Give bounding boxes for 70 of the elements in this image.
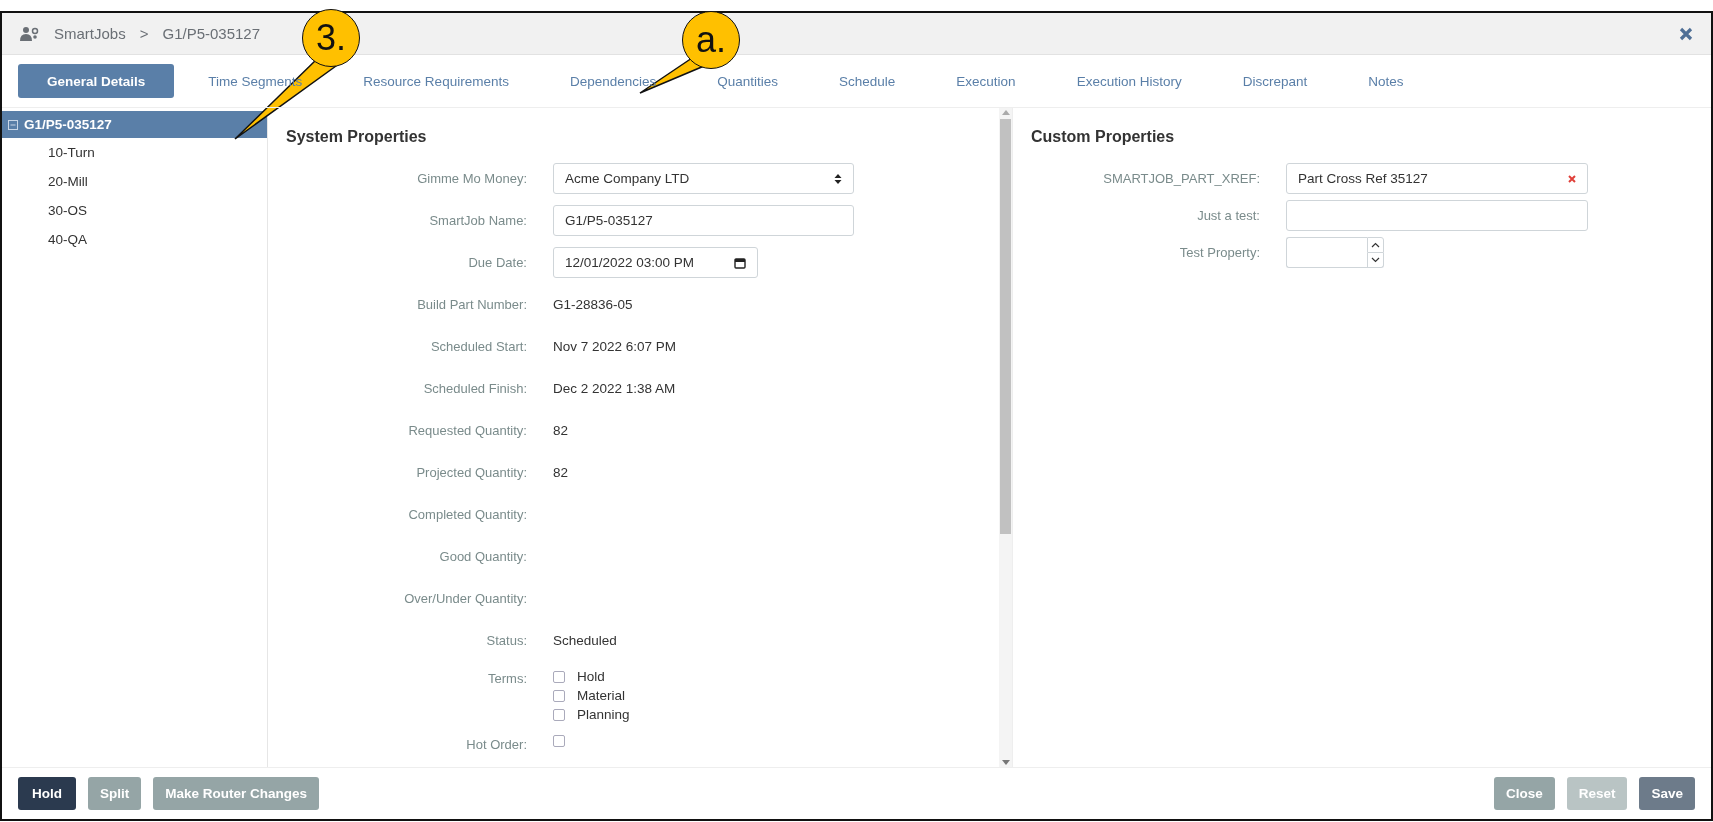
field-value: Nov 7 2022 6:07 PM — [553, 339, 677, 354]
field-label: Good Quantity: — [438, 549, 527, 564]
field-label: Completed Quantity: — [407, 507, 527, 522]
field-label: Gimme Mo Money: — [416, 171, 527, 186]
tree-item[interactable]: 40-QA — [2, 225, 267, 254]
field-value: 82 — [553, 465, 569, 480]
field-label: Just a test: — [1196, 208, 1260, 223]
chevron-up-icon — [1371, 242, 1380, 248]
close-button[interactable] — [1679, 26, 1693, 41]
field-label: Test Property: — [1178, 245, 1260, 260]
number-field[interactable] — [1286, 237, 1367, 268]
action-button[interactable]: Split — [88, 777, 142, 810]
tab[interactable]: Schedule — [839, 64, 896, 98]
tab[interactable]: Resource Requirements — [363, 64, 509, 98]
field-label: SMARTJOB_PART_XREF: — [1102, 171, 1260, 186]
action-button[interactable]: Make Router Changes — [153, 777, 320, 810]
scrollbar[interactable] — [999, 108, 1012, 767]
breadcrumb-separator: > — [139, 25, 149, 42]
clear-icon — [1568, 174, 1576, 183]
field-label: Scheduled Start: — [429, 339, 527, 354]
field-label: Scheduled Finish: — [422, 381, 527, 396]
checkbox[interactable] — [553, 735, 565, 747]
calendar-icon — [734, 256, 746, 269]
text-field[interactable] — [1286, 200, 1588, 231]
decrement-button[interactable] — [1367, 253, 1384, 268]
field-label: Due Date: — [467, 255, 527, 270]
sort-icon — [834, 172, 842, 185]
field-value: G1-28836-05 — [553, 297, 633, 312]
tab[interactable]: Execution — [956, 64, 1016, 98]
tree-item[interactable]: 20-Mill — [2, 167, 267, 196]
chevron-down-icon — [1371, 257, 1380, 263]
breadcrumb-item[interactable]: SmartJobs — [54, 25, 126, 42]
action-button[interactable]: Hold — [18, 777, 76, 810]
tab[interactable]: Dependencies — [569, 64, 657, 98]
date-field[interactable]: 12/01/2022 03:00 PM — [553, 247, 758, 278]
checkbox-label: Planning — [577, 707, 630, 722]
action-button[interactable]: Save — [1639, 777, 1695, 810]
tree-item-selected[interactable]: G1/P5-035127 — [2, 111, 267, 138]
tree-item[interactable]: 30-OS — [2, 196, 267, 225]
tab[interactable]: Notes — [1368, 64, 1404, 98]
tab[interactable]: Execution History — [1076, 64, 1182, 98]
tab[interactable]: General Details — [18, 64, 175, 98]
tab[interactable]: Discrepant — [1242, 64, 1308, 98]
field-value: 82 — [553, 423, 569, 438]
field-label: Projected Quantity: — [415, 465, 527, 480]
breadcrumb-item: G1/P5-035127 — [162, 25, 261, 42]
field-label: Over/Under Quantity: — [403, 591, 527, 606]
checkbox-label: Material — [577, 688, 625, 703]
checkbox-label: Hold — [577, 669, 605, 684]
field-label: SmartJob Name: — [428, 213, 527, 228]
collapse-icon — [8, 119, 18, 130]
section-title: Custom Properties — [1031, 128, 1176, 146]
tree-item[interactable]: 10-Turn — [2, 138, 267, 167]
select-field[interactable]: Acme Company LTD — [553, 163, 854, 194]
increment-button[interactable] — [1367, 237, 1384, 253]
field-label: Status: — [485, 633, 527, 648]
checkbox[interactable] — [553, 689, 565, 702]
users-gear-icon — [20, 25, 40, 42]
field-label: Terms: — [487, 670, 527, 686]
text-field[interactable]: Part Cross Ref 35127 — [1286, 163, 1588, 194]
field-label: Requested Quantity: — [407, 423, 527, 438]
field-label: Build Part Number: — [416, 297, 527, 312]
checkbox[interactable] — [553, 708, 565, 721]
text-field[interactable]: G1/P5-035127 — [553, 205, 854, 236]
field-value: Scheduled — [553, 633, 617, 648]
section-title: System Properties — [286, 128, 428, 146]
field-value: Dec 2 2022 1:38 AM — [553, 381, 676, 396]
field-label: Hot Order: — [465, 736, 527, 752]
action-button[interactable]: Close — [1493, 777, 1555, 810]
checkbox[interactable] — [553, 670, 565, 683]
